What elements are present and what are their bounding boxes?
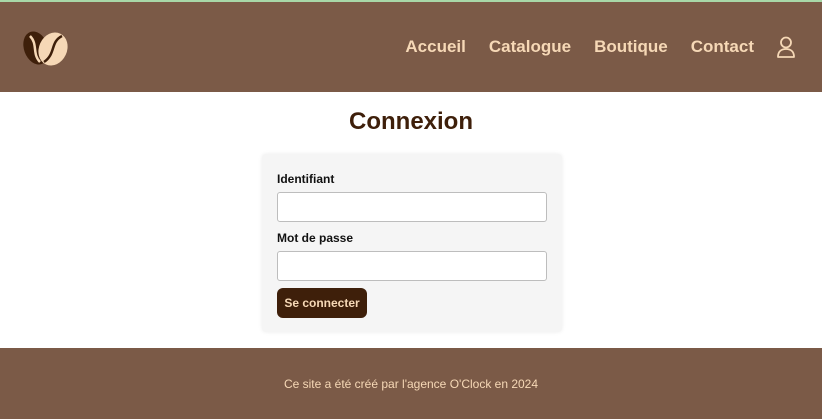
main-content: Connexion Identifiant Mot de passe Se co…: [0, 92, 822, 348]
identifiant-input[interactable]: [277, 192, 547, 222]
nav-link-contact[interactable]: Contact: [691, 37, 754, 57]
password-input[interactable]: [277, 251, 547, 281]
identifiant-label: Identifiant: [277, 172, 335, 186]
page-title: Connexion: [349, 108, 473, 135]
main-nav: Accueil Catalogue Boutique Contact: [382, 2, 822, 92]
user-icon[interactable]: [776, 36, 796, 58]
password-label: Mot de passe: [277, 231, 354, 245]
site-footer: Ce site a été créé par l'agence O'Clock …: [0, 348, 822, 419]
nav-link-catalogue[interactable]: Catalogue: [489, 37, 571, 57]
nav-link-boutique[interactable]: Boutique: [594, 37, 668, 57]
login-form: Identifiant Mot de passe Se connecter: [262, 154, 562, 332]
footer-text: Ce site a été créé par l'agence O'Clock …: [283, 377, 539, 391]
login-button[interactable]: Se connecter: [277, 288, 367, 318]
site-header: Accueil Catalogue Boutique Contact: [0, 2, 822, 92]
coffee-beans-logo-icon[interactable]: [22, 28, 70, 68]
nav-link-accueil[interactable]: Accueil: [405, 37, 465, 57]
